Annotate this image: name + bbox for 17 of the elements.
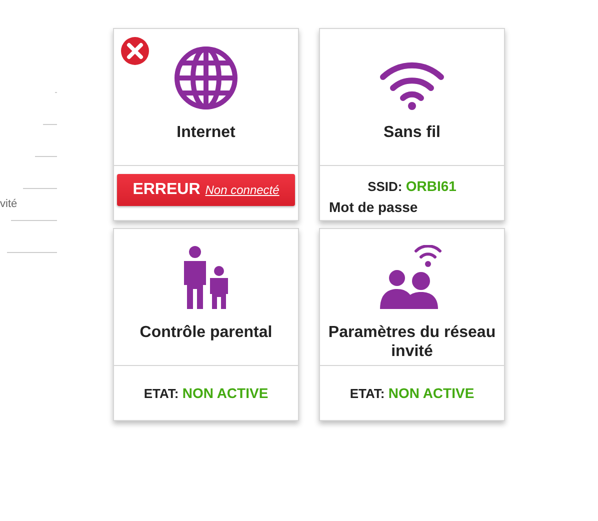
tile-title: Contrôle parental xyxy=(140,323,272,342)
globe-icon xyxy=(173,45,239,111)
ssid-text: SSID: ORBI61 xyxy=(368,177,456,196)
tile-card[interactable]: Internet ERREUR Non connecté xyxy=(113,28,299,221)
tile-card[interactable]: Paramètres du réseau invité ETAT: NON ACTIVE xyxy=(319,228,505,421)
parent-child-icon xyxy=(181,245,231,311)
password-label: Mot de passe xyxy=(329,198,418,217)
sidebar-item[interactable]: vité xyxy=(0,196,18,213)
status-text: ETAT: NON ACTIVE xyxy=(350,384,474,402)
status-link[interactable]: Non connecté xyxy=(205,181,280,199)
tile-title: Paramètres du réseau invité xyxy=(327,323,497,362)
tile-card[interactable]: Sans fil SSID: ORBI61 Mot de passe xyxy=(319,28,505,221)
tile-title: Sans fil xyxy=(384,123,440,142)
tile-card[interactable]: Contrôle parental ETAT: NON ACTIVE xyxy=(113,228,299,421)
tile-title: Internet xyxy=(176,123,236,142)
error-label: ERREUR xyxy=(132,180,200,200)
status-text: ETAT: NON ACTIVE xyxy=(144,384,268,402)
